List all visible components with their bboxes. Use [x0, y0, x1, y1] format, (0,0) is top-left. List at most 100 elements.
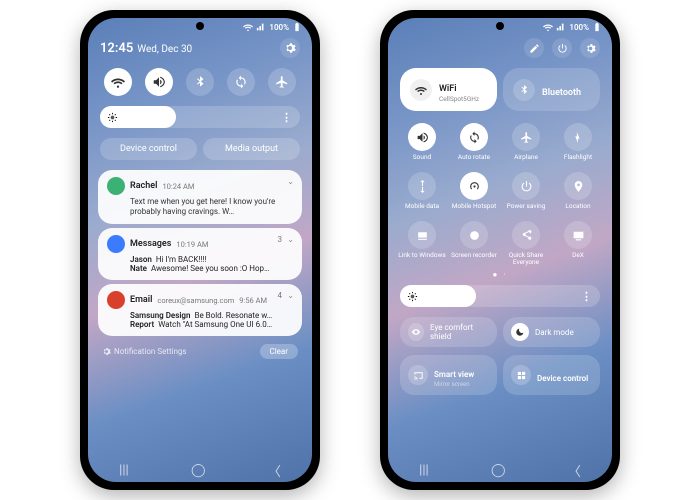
settings-button[interactable]: [580, 38, 600, 58]
qs-label: Flashlight: [564, 154, 592, 168]
brightness-slider[interactable]: ⋮: [400, 285, 600, 307]
brightness-slider[interactable]: ⋮: [100, 106, 300, 128]
back-button[interactable]: 〈: [568, 461, 581, 480]
qs-rotate-toggle[interactable]: Auto rotate: [450, 123, 498, 168]
notification-title: Rachel: [130, 181, 157, 191]
notification-title: Email: [130, 295, 152, 305]
eye-icon: [408, 323, 424, 341]
battery-status-icon: [592, 22, 602, 32]
qs-sound-toggle[interactable]: Sound: [398, 123, 446, 168]
wifi-icon: [410, 79, 432, 101]
qs-location-toggle[interactable]: Location: [554, 172, 602, 217]
home-button[interactable]: ◯: [191, 463, 206, 478]
top-bar: 12:45 Wed, Dec 30: [88, 34, 312, 62]
sound-icon: [408, 123, 436, 151]
qs-sound-toggle[interactable]: [145, 68, 173, 96]
toggle-eye[interactable]: Eye comfort shield: [400, 317, 497, 347]
moon-icon: [511, 323, 529, 341]
qs-power-toggle[interactable]: Power saving: [502, 172, 550, 217]
home-button[interactable]: ◯: [491, 463, 506, 478]
qs-auto-rotate-toggle[interactable]: [227, 68, 255, 96]
tile-label: Smart view: [434, 370, 474, 379]
notification-card[interactable]: Rachel 10:24 AM Text me when you get her…: [98, 170, 302, 224]
recents-button[interactable]: |||: [119, 463, 129, 478]
qs-hotspot-toggle[interactable]: Mobile Hotspot: [450, 172, 498, 217]
hotspot-icon: [460, 172, 488, 200]
tile-label: Bluetooth: [542, 88, 581, 98]
pencil-icon: [529, 43, 540, 54]
clock-date: Wed, Dec 30: [137, 44, 192, 55]
device-control-chip[interactable]: Device control: [100, 138, 197, 160]
edit-button[interactable]: [524, 38, 544, 58]
phone-quicksettings: 100% WiFiCellSpot5GHz Bluetooth Sound Au…: [380, 10, 620, 490]
edit-row: [388, 34, 612, 62]
qs-bluetooth-toggle[interactable]: [186, 68, 214, 96]
qs-share-toggle[interactable]: Quick Share Everyone: [502, 221, 550, 266]
chevron-down-icon[interactable]: ⌄: [287, 177, 294, 186]
media-output-chip[interactable]: Media output: [203, 138, 300, 160]
battery-text: 100%: [269, 23, 289, 32]
tile-cast[interactable]: Smart view Mirror screen: [400, 355, 497, 395]
bottom-tile-row: Smart view Mirror screen Device control: [388, 351, 612, 399]
notification-card[interactable]: Messages 10:19 AM JasonHi I'm BACK!!!!Na…: [98, 228, 302, 280]
gear-icon: [284, 42, 296, 54]
qs-flashlight-toggle[interactable]: Flashlight: [554, 123, 602, 168]
notification-card[interactable]: Email coreux@samsung.com 9:56 AM Samsung…: [98, 284, 302, 336]
notification-time: 10:19 AM: [176, 240, 208, 249]
toggle-label: Eye comfort shield: [430, 323, 489, 341]
tile-wifi[interactable]: WiFiCellSpot5GHz: [400, 68, 497, 111]
notification-list: Rachel 10:24 AM Text me when you get her…: [88, 170, 312, 336]
chevron-down-icon[interactable]: ⌄: [287, 235, 294, 244]
grid-icon: [511, 365, 531, 385]
power-button[interactable]: [552, 38, 572, 58]
toggle-row: Eye comfort shield Dark mode: [388, 313, 612, 351]
qs-label: Auto rotate: [458, 154, 490, 168]
qs-label: DeX: [572, 252, 584, 266]
tile-bluetooth[interactable]: Bluetooth: [503, 68, 600, 111]
messages-app-icon: [107, 177, 125, 195]
qs-data-toggle[interactable]: Mobile data: [398, 172, 446, 217]
brightness-menu[interactable]: ⋮: [581, 290, 592, 303]
clock-time: 12:45: [100, 41, 133, 56]
wifi-status-icon: [543, 22, 553, 32]
tile-sublabel: Mirror screen: [434, 381, 474, 388]
notification-time: 9:56 AM: [239, 296, 267, 305]
location-icon: [564, 172, 592, 200]
toggle-moon[interactable]: Dark mode: [503, 317, 600, 347]
qs-link-toggle[interactable]: Link to Windows: [398, 221, 446, 266]
clear-button[interactable]: Clear: [260, 344, 298, 359]
airplane-icon: [512, 123, 540, 151]
qs-label: Airplane: [514, 154, 538, 168]
recents-button[interactable]: |||: [419, 463, 429, 478]
chip-row: Device control Media output: [88, 134, 312, 166]
record-icon: [460, 221, 488, 249]
qs-record-toggle[interactable]: Screen recorder: [450, 221, 498, 266]
notification-footer: Notification Settings Clear: [88, 340, 312, 363]
gear-icon: [102, 347, 111, 356]
brightness-menu[interactable]: ⋮: [281, 111, 292, 124]
tile-label: WiFi: [439, 84, 457, 94]
gear-icon: [585, 43, 596, 54]
chevron-down-icon[interactable]: ⌄: [287, 291, 294, 300]
notification-settings-link[interactable]: Notification Settings: [102, 347, 187, 356]
battery-text: 100%: [569, 23, 589, 32]
cast-icon: [408, 365, 428, 385]
qs-airplane-toggle[interactable]: Airplane: [502, 123, 550, 168]
qs-dex-toggle[interactable]: DeX: [554, 221, 602, 266]
dex-icon: [564, 221, 592, 249]
qs-label: Link to Windows: [398, 252, 446, 266]
qs-wifi-toggle[interactable]: [104, 68, 132, 96]
quick-toggle-row: [88, 62, 312, 100]
brightness-icon: [407, 287, 418, 306]
brightness-icon: [107, 108, 118, 127]
notification-title: Messages: [130, 239, 171, 249]
notification-count: 3: [278, 235, 283, 244]
back-button[interactable]: 〈: [268, 461, 281, 480]
bluetooth-icon: [513, 79, 535, 101]
qs-airplane-toggle[interactable]: [268, 68, 296, 96]
tile-grid[interactable]: Device control: [503, 355, 600, 395]
settings-button[interactable]: [280, 38, 300, 58]
datetime[interactable]: 12:45 Wed, Dec 30: [100, 41, 192, 56]
tile-label: Device control: [537, 374, 588, 383]
nav-bar: ||| ◯ 〈: [88, 458, 312, 482]
